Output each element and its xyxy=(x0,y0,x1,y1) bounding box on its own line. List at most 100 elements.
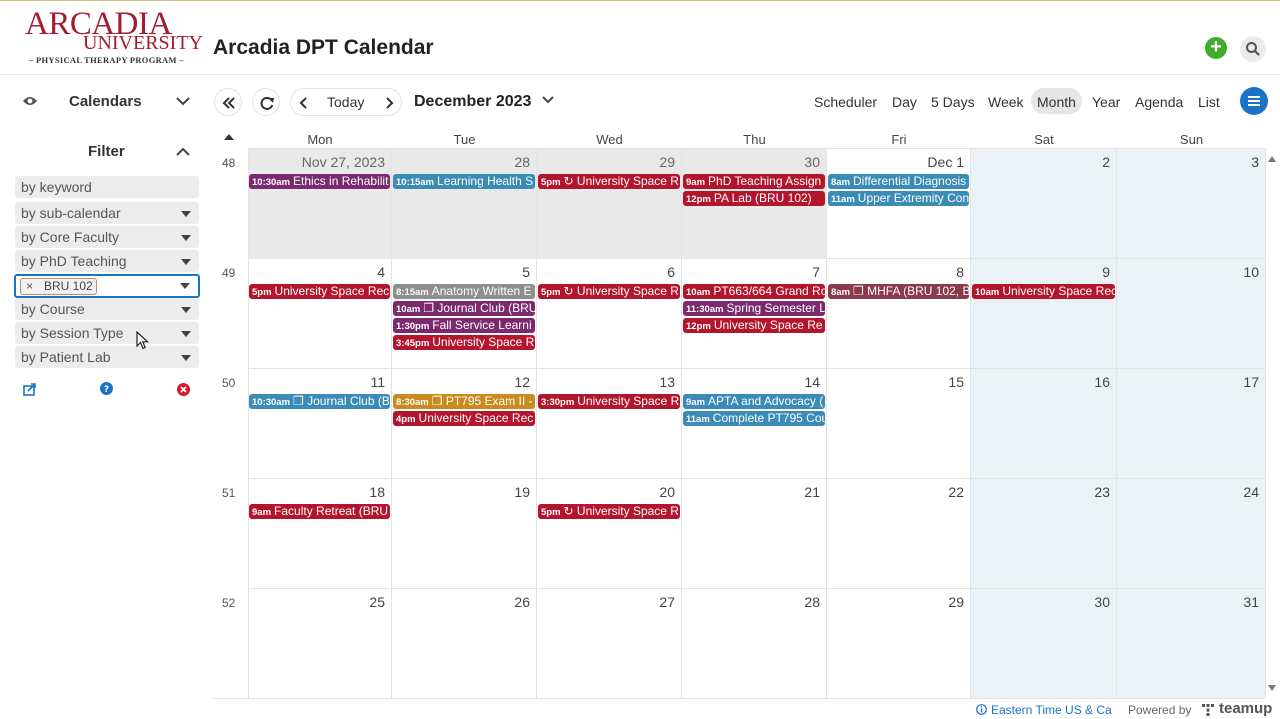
calendar-event[interactable]: 10:15am Learning Health S xyxy=(393,174,535,189)
day-number[interactable]: 7 xyxy=(812,264,820,280)
calendar-event[interactable]: 5pm ↻ University Space R xyxy=(538,174,680,189)
calendar-event[interactable]: 9am APTA and Advocacy ( xyxy=(683,394,825,409)
day-number[interactable]: 28 xyxy=(804,594,820,610)
calendar-event[interactable]: 12pm University Space Re xyxy=(683,318,825,333)
day-cell[interactable]: 8 xyxy=(827,258,971,368)
help-icon[interactable]: ? xyxy=(100,382,113,395)
day-number[interactable]: 3 xyxy=(1251,154,1259,170)
today-button[interactable]: Today xyxy=(327,94,364,110)
chevron-right-icon[interactable] xyxy=(384,96,394,110)
scroll-up-icon[interactable] xyxy=(1266,153,1278,165)
day-cell[interactable]: 9 xyxy=(971,258,1117,368)
calendar-event[interactable]: 3:45pm University Space R xyxy=(393,335,535,350)
day-cell[interactable]: 26 xyxy=(392,588,537,698)
calendar-event[interactable]: 9am Faculty Retreat (BRU xyxy=(249,504,390,519)
calendar-event[interactable]: 5pm ↻ University Space R xyxy=(538,504,680,519)
timezone-link[interactable]: Eastern Time US & Ca xyxy=(991,703,1112,717)
view-5days[interactable]: 5 Days xyxy=(931,91,975,119)
day-number[interactable]: 14 xyxy=(804,374,820,390)
calendar-event[interactable]: 9am PhD Teaching Assign xyxy=(683,174,825,189)
day-cell[interactable]: Nov 27, 2023 xyxy=(248,148,392,258)
location-filter[interactable]: × BRU 102 xyxy=(14,274,200,298)
calendar-event[interactable]: 5pm University Space Rec xyxy=(249,284,390,299)
core-faculty-filter[interactable]: by Core Faculty xyxy=(15,226,199,248)
calendar-event[interactable]: 10am ❐ Journal Club (BRU xyxy=(393,301,535,316)
calendar-event[interactable]: 8am Differential Diagnosis xyxy=(828,174,969,189)
day-cell[interactable]: 11 xyxy=(248,368,392,478)
chevron-up-icon[interactable] xyxy=(176,147,190,156)
patient-lab-filter[interactable]: by Patient Lab xyxy=(15,346,199,368)
day-cell[interactable]: 13 xyxy=(537,368,682,478)
calendar-event[interactable]: 10:30am ❐ Journal Club (B xyxy=(249,394,390,409)
course-filter[interactable]: by Course xyxy=(15,298,199,320)
day-number[interactable]: 2 xyxy=(1102,154,1110,170)
day-number[interactable]: 8 xyxy=(956,264,964,280)
filter-heading[interactable]: Filter xyxy=(88,143,125,160)
week-number[interactable]: 49 xyxy=(222,266,235,280)
day-number[interactable]: Nov 27, 2023 xyxy=(302,154,385,170)
calendar-event[interactable]: 8:15am Anatomy Written E xyxy=(393,284,535,299)
day-number[interactable]: 30 xyxy=(1094,594,1110,610)
calendar-event[interactable]: 11am Complete PT795 Cou xyxy=(683,411,825,426)
day-number[interactable]: 23 xyxy=(1094,484,1110,500)
day-cell[interactable]: 31 xyxy=(1117,588,1266,698)
menu-button[interactable] xyxy=(1240,87,1268,115)
eye-icon[interactable] xyxy=(22,95,38,107)
view-scheduler[interactable]: Scheduler xyxy=(814,91,877,119)
day-number[interactable]: 13 xyxy=(659,374,675,390)
view-year[interactable]: Year xyxy=(1092,91,1120,119)
remove-tag-icon[interactable]: × xyxy=(26,279,33,294)
view-month[interactable]: Month xyxy=(1031,88,1082,114)
period-selector[interactable]: December 2023 xyxy=(414,93,554,111)
day-cell[interactable]: 24 xyxy=(1117,478,1266,588)
day-number[interactable]: 25 xyxy=(369,594,385,610)
day-cell[interactable]: 25 xyxy=(248,588,392,698)
week-number[interactable]: 52 xyxy=(222,596,235,610)
chevron-down-icon[interactable] xyxy=(176,97,190,106)
view-day[interactable]: Day xyxy=(892,91,917,119)
day-number[interactable]: 4 xyxy=(377,264,385,280)
calendar-event[interactable]: 3:30pm University Space R xyxy=(538,394,680,409)
day-number[interactable]: 17 xyxy=(1243,374,1259,390)
week-number[interactable]: 51 xyxy=(222,486,235,500)
day-cell[interactable]: 30 xyxy=(971,588,1117,698)
calendar-event[interactable]: 11am Upper Extremity Con xyxy=(828,191,969,206)
day-number[interactable]: 27 xyxy=(659,594,675,610)
day-number[interactable]: 9 xyxy=(1102,264,1110,280)
calendar-event[interactable]: 10am PT663/664 Grand Ro xyxy=(683,284,825,299)
day-cell[interactable]: 2 xyxy=(971,148,1117,258)
view-agenda[interactable]: Agenda xyxy=(1135,91,1183,119)
day-number[interactable]: 22 xyxy=(948,484,964,500)
day-cell[interactable]: 20 xyxy=(537,478,682,588)
day-cell[interactable]: 16 xyxy=(971,368,1117,478)
scrollbar[interactable] xyxy=(1266,151,1278,700)
phd-teaching-filter[interactable]: by PhD Teaching xyxy=(15,250,199,272)
day-number[interactable]: 28 xyxy=(514,154,530,170)
day-cell[interactable]: 22 xyxy=(827,478,971,588)
day-number[interactable]: 15 xyxy=(948,374,964,390)
day-cell[interactable]: 23 xyxy=(971,478,1117,588)
calendar-event[interactable]: 8am ❐ MHFA (BRU 102, B xyxy=(828,284,969,299)
day-number[interactable]: 30 xyxy=(804,154,820,170)
calendar-event[interactable]: 8:30am ❐ PT795 Exam II - xyxy=(393,394,535,409)
day-cell[interactable]: 18 xyxy=(248,478,392,588)
day-cell[interactable]: 27 xyxy=(537,588,682,698)
session-type-filter[interactable]: by Session Type xyxy=(15,322,199,344)
jump-back-button[interactable] xyxy=(214,88,242,116)
day-number[interactable]: 10 xyxy=(1243,264,1259,280)
search-button[interactable] xyxy=(1240,36,1266,62)
week-number[interactable]: 48 xyxy=(222,156,235,170)
caret-down-icon[interactable] xyxy=(180,283,190,289)
arcadia-logo[interactable]: ARCADIA UNIVERSITY – PHYSICAL THERAPY PR… xyxy=(25,8,203,69)
day-number[interactable]: 21 xyxy=(804,484,820,500)
view-week[interactable]: Week xyxy=(988,91,1024,119)
week-number[interactable]: 50 xyxy=(222,376,235,390)
add-event-button[interactable]: + xyxy=(1205,37,1227,59)
calendar-event[interactable]: 5pm ↻ University Space R xyxy=(538,284,680,299)
day-number[interactable]: 29 xyxy=(659,154,675,170)
day-number[interactable]: 24 xyxy=(1243,484,1259,500)
chevron-left-icon[interactable] xyxy=(299,96,309,110)
day-number[interactable]: 20 xyxy=(659,484,675,500)
day-cell[interactable]: 15 xyxy=(827,368,971,478)
day-cell[interactable]: 28 xyxy=(682,588,827,698)
